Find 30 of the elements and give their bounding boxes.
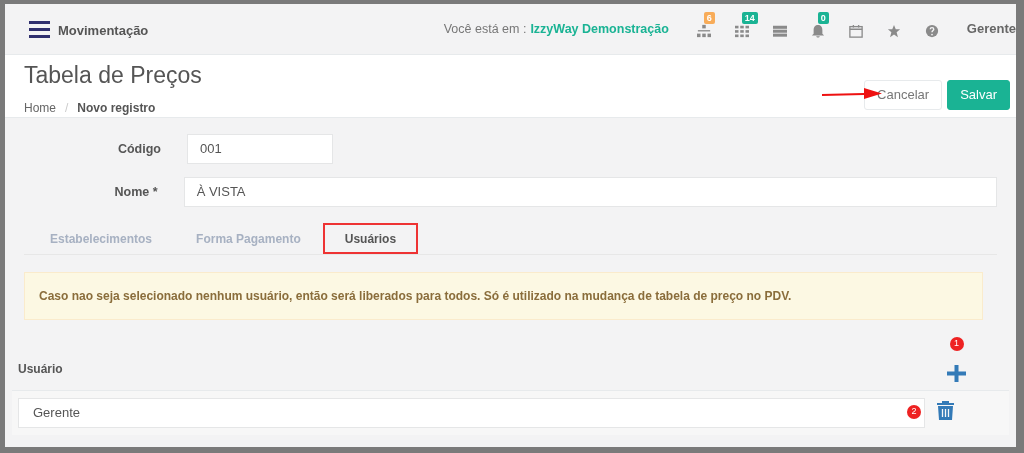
breadcrumb-separator: / [65, 100, 69, 117]
tab[interactable]: Usuários [322, 223, 419, 254]
user-menu[interactable]: Gerente [966, 19, 1016, 39]
bell-icon[interactable] [810, 24, 825, 38]
calendar-icon[interactable] [848, 24, 863, 38]
save-button[interactable]: Salvar [947, 80, 1010, 110]
input-field[interactable]: 001 [187, 134, 333, 164]
server-icon[interactable] [772, 24, 787, 38]
cancel-button[interactable]: Cancelar [864, 80, 943, 110]
help-icon[interactable] [924, 24, 939, 38]
column-heading: Usuário [18, 361, 63, 378]
breadcrumb-link[interactable]: Home [24, 99, 56, 117]
location-label: Você está em : [443, 20, 527, 38]
page-heading: Tabela de Preços [24, 61, 202, 89]
count-badge: 6 [703, 12, 715, 24]
add-icon[interactable] [947, 365, 966, 382]
annotation-marker: 1 [949, 337, 964, 351]
count-badge: 14 [741, 12, 758, 24]
input-field[interactable]: À VISTA [183, 177, 997, 207]
trash-icon[interactable] [936, 400, 954, 420]
info-alert: Caso nao seja selecionado nenhum usuário, então será liberados para todos. Só é utilizado na mudança de tabela de preço no PDV. [24, 272, 983, 320]
star-icon[interactable] [886, 24, 901, 38]
field-label: Código [116, 140, 161, 158]
sitemap-icon[interactable] [696, 24, 711, 38]
field-label: Nome * [113, 183, 158, 201]
page-title: Movimentação [58, 22, 149, 41]
grid-icon[interactable] [734, 24, 749, 38]
breadcrumb-current: Novo registro [77, 100, 156, 117]
count-badge: 0 [817, 12, 829, 24]
menu-icon[interactable] [29, 20, 50, 38]
